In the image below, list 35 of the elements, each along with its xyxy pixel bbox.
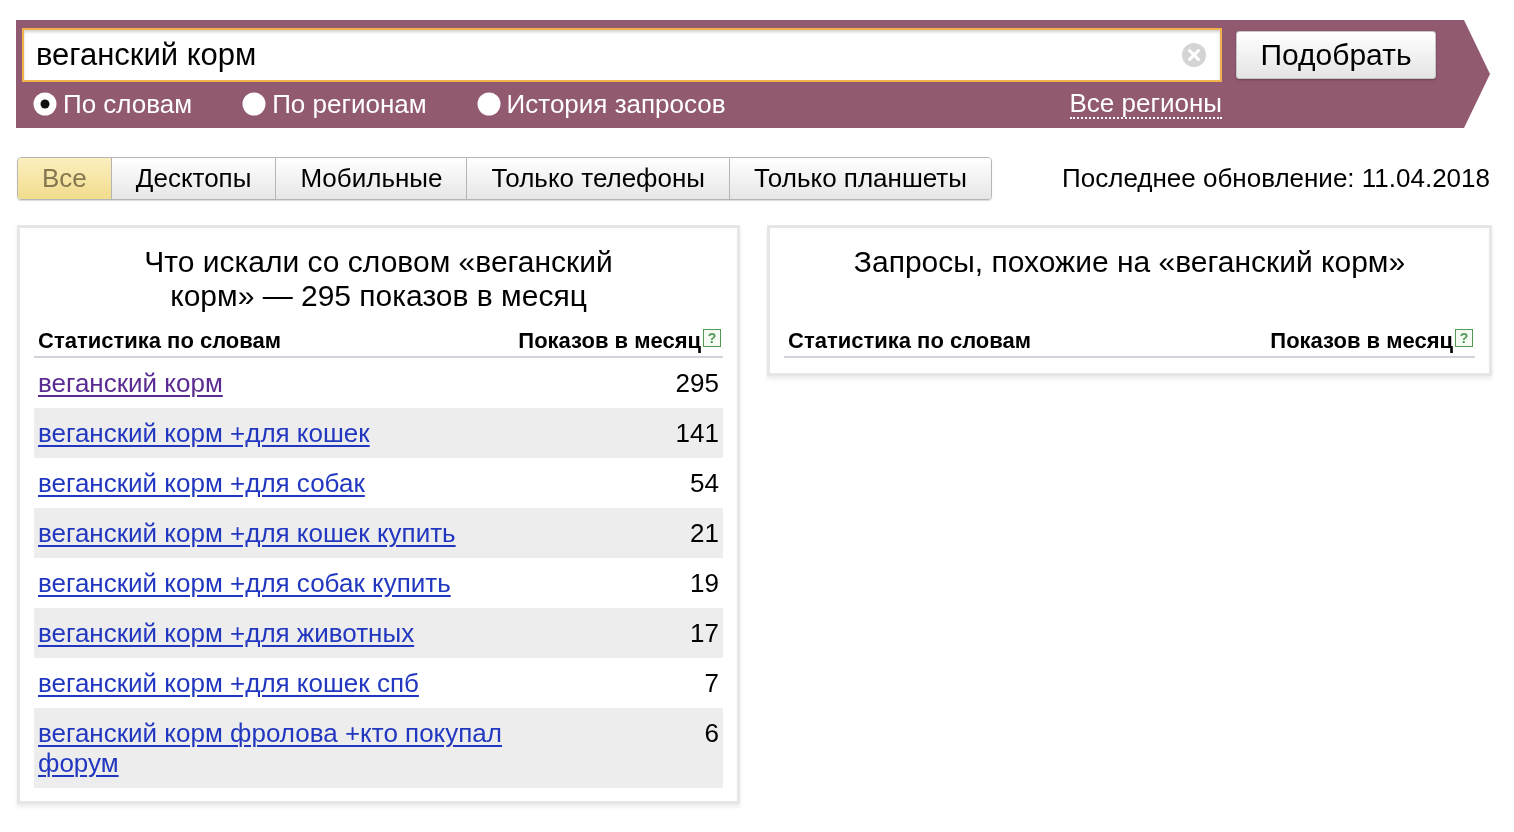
panel-title: Что искали со словом «веганский корм» — 295 показов в месяц — [143, 245, 614, 313]
impressions-count: 54 — [690, 468, 719, 498]
search-field[interactable]: веганский корм — [22, 28, 1222, 82]
keyword-link[interactable]: веганский корм +для собак купить — [38, 568, 451, 598]
keyword-link[interactable]: веганский корм +для кошек — [38, 418, 370, 448]
column-header: Показов в месяц — [1270, 328, 1453, 353]
device-tab[interactable]: Все — [18, 158, 111, 199]
device-tab[interactable]: Только планшеты — [729, 158, 991, 199]
device-tab[interactable]: Только телефоны — [466, 158, 729, 199]
impressions-count: 17 — [690, 618, 719, 648]
impressions-count: 19 — [690, 568, 719, 598]
clear-icon[interactable] — [1182, 43, 1206, 67]
column-header: Статистика по словам — [788, 328, 1032, 353]
impressions-count: 141 — [675, 418, 719, 448]
radio-option[interactable]: По словам — [33, 88, 193, 120]
keyword-link[interactable]: веганский корм +для кошек спб — [38, 668, 419, 698]
column-header: Статистика по словам — [38, 328, 282, 353]
keyword-link[interactable]: веганский корм +для собак — [38, 468, 365, 498]
column-header: Показов в месяц — [518, 328, 701, 353]
impressions-count: 295 — [675, 368, 719, 398]
keyword-link[interactable]: веганский корм +для кошек купить — [38, 518, 456, 548]
submit-button[interactable]: Подобрать — [1236, 31, 1436, 79]
panel-title: Запросы, похожие на «веганский корм» — [853, 245, 1406, 279]
device-tab[interactable]: Мобильные — [275, 158, 467, 199]
keyword-link[interactable]: веганский корм фролова +кто покупал форум — [38, 718, 518, 778]
impressions-count: 21 — [690, 518, 719, 548]
impressions-count: 6 — [704, 718, 719, 748]
keyword-link[interactable]: веганский корм — [38, 368, 223, 398]
keyword-link[interactable]: веганский корм +для животных — [38, 618, 415, 648]
impressions-count: 7 — [704, 668, 719, 698]
radio-option[interactable]: По регионам — [242, 88, 427, 120]
all-regions-link[interactable]: Все регионы — [1069, 89, 1222, 119]
radio-option[interactable]: История запросов — [476, 88, 726, 120]
last-update-text: Последнее обновление: 11.04.2018 — [1062, 163, 1490, 194]
device-tab[interactable]: Десктопы — [110, 158, 276, 199]
